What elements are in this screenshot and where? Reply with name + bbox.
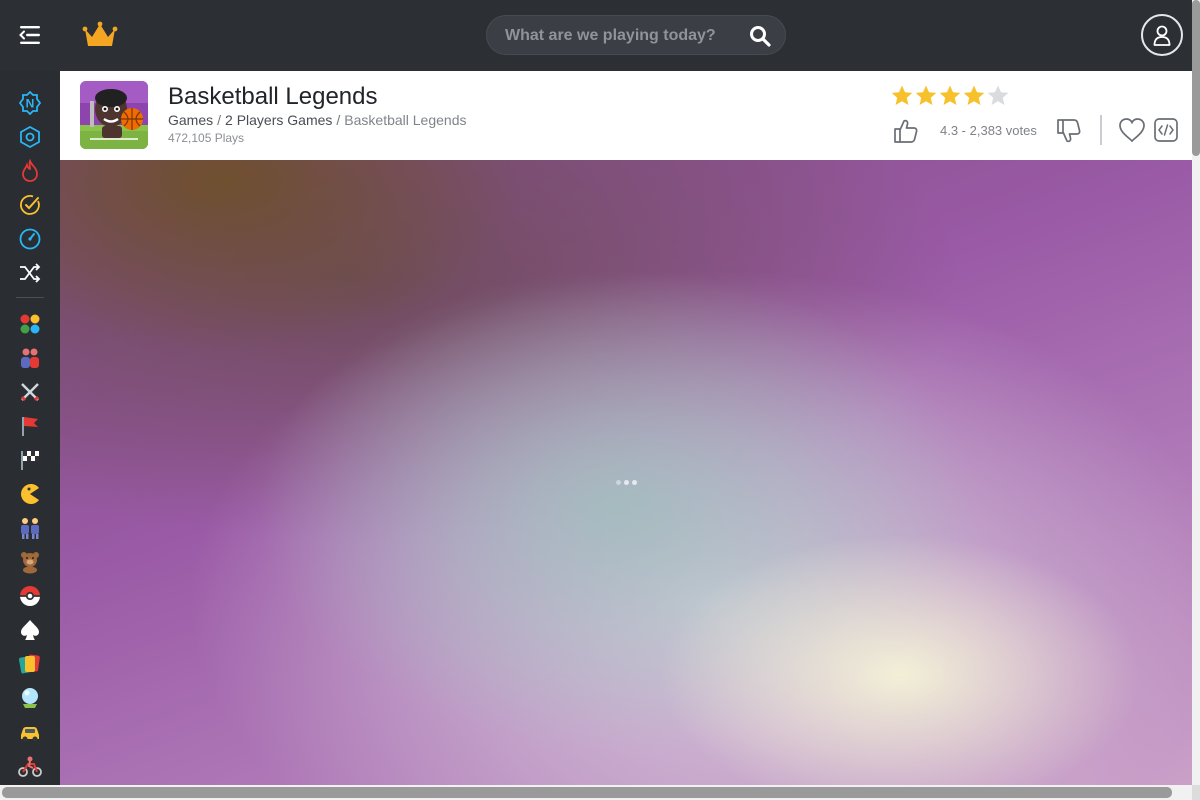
loading-dot	[624, 480, 629, 485]
action-divider	[1100, 115, 1102, 145]
pacman-icon[interactable]	[18, 482, 42, 506]
rating-votes: 4.3 - 2,383 votes	[940, 123, 1037, 138]
user-account-icon[interactable]	[1141, 14, 1183, 56]
thumbs-down-icon[interactable]	[1055, 117, 1083, 145]
favorite-heart-icon[interactable]	[1118, 117, 1146, 143]
checkered-flag-icon[interactable]	[18, 448, 42, 472]
bike-icon[interactable]	[18, 754, 42, 778]
teddy-bear-icon[interactable]	[18, 550, 42, 574]
game-title: Basketball Legends	[168, 83, 378, 110]
play-count: 472,105 Plays	[168, 131, 245, 145]
loading-indicator	[616, 480, 637, 485]
horizontal-scrollbar-thumb[interactable]	[2, 787, 1172, 798]
breadcrumb-games-link[interactable]: Games	[168, 112, 213, 128]
star-empty-icon[interactable]	[986, 84, 1010, 108]
breadcrumb-current: Basketball Legends	[344, 112, 467, 128]
vertical-scrollbar-thumb[interactable]	[1192, 0, 1200, 156]
speed-dial-icon[interactable]	[18, 227, 42, 251]
menu-toggle-icon[interactable]	[18, 24, 42, 46]
spade-icon[interactable]	[18, 618, 42, 642]
star-icon[interactable]	[938, 84, 962, 108]
svg-text:N: N	[26, 97, 35, 111]
new-icon[interactable]: N	[18, 91, 42, 115]
sidebar: N	[0, 71, 60, 800]
star-icon[interactable]	[890, 84, 914, 108]
loading-dot	[632, 480, 637, 485]
top-bar	[0, 0, 1192, 71]
breadcrumb-separator: /	[217, 112, 222, 128]
check-clock-icon[interactable]	[18, 193, 42, 217]
breadcrumb: Games/2 Players Games / Basketball Legends	[168, 112, 466, 128]
flag-icon[interactable]	[18, 414, 42, 438]
people-icon[interactable]	[18, 516, 42, 540]
breadcrumb-category-link[interactable]: 2 Players Games	[225, 112, 332, 128]
star-icon[interactable]	[962, 84, 986, 108]
crown-logo-icon[interactable]	[82, 21, 118, 49]
search-icon[interactable]	[749, 25, 771, 47]
cards-icon[interactable]	[18, 652, 42, 676]
dots-icon[interactable]	[18, 312, 42, 336]
swords-icon[interactable]	[18, 380, 42, 404]
breadcrumb-separator: /	[336, 112, 341, 128]
sidebar-divider	[16, 297, 44, 298]
car-icon[interactable]	[18, 720, 42, 744]
two-players-icon[interactable]	[18, 346, 42, 370]
game-header: Basketball Legends Games/2 Players Games…	[60, 71, 1192, 160]
game-canvas[interactable]	[60, 160, 1192, 785]
star-rating[interactable]	[890, 84, 1010, 108]
thumbs-up-icon[interactable]	[892, 117, 920, 145]
cube-icon[interactable]	[18, 125, 42, 149]
fire-icon[interactable]	[18, 159, 42, 183]
crystal-ball-icon[interactable]	[18, 686, 42, 710]
scrollbar-corner	[1192, 785, 1200, 800]
pokeball-icon[interactable]	[18, 584, 42, 608]
search-box[interactable]	[486, 15, 786, 55]
embed-code-icon[interactable]	[1154, 118, 1178, 142]
star-icon[interactable]	[914, 84, 938, 108]
shuffle-icon[interactable]	[18, 261, 42, 285]
loading-dot	[616, 480, 621, 485]
game-thumbnail[interactable]	[80, 81, 148, 149]
search-input[interactable]	[505, 25, 735, 47]
